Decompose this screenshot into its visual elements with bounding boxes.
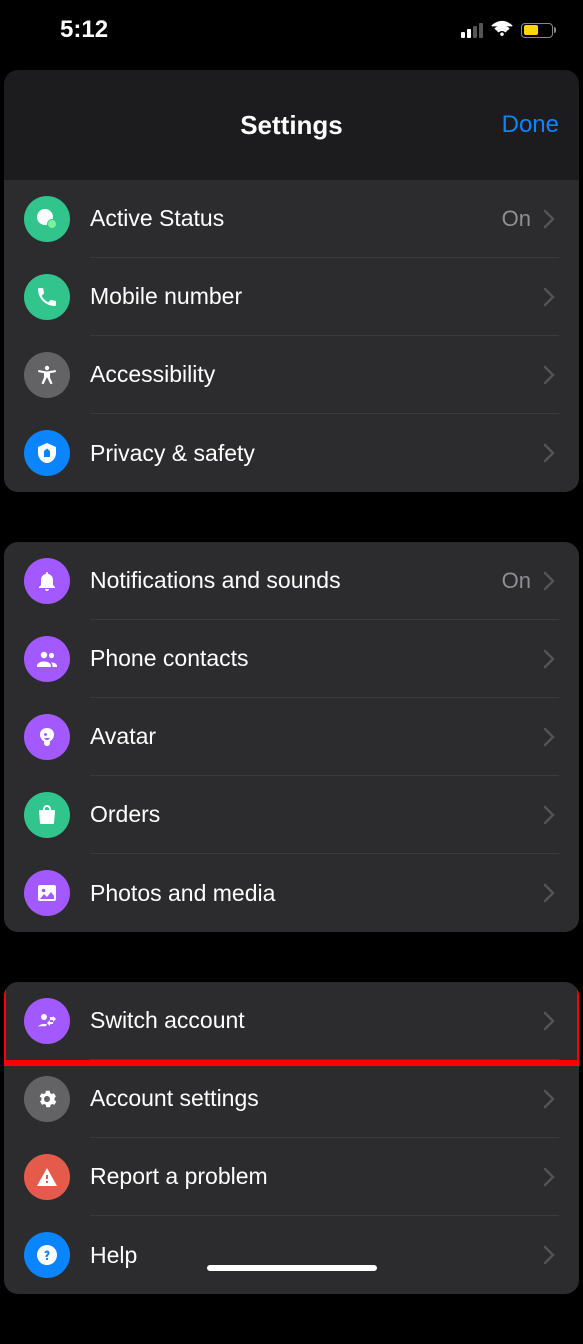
status-bar: 5:12: [0, 0, 583, 60]
done-button[interactable]: Done: [502, 111, 559, 139]
row-mobile-number[interactable]: Mobile number: [4, 258, 579, 336]
row-label: Phone contacts: [90, 645, 249, 672]
row-orders[interactable]: Orders: [4, 776, 579, 854]
chevron-right-icon: [543, 805, 555, 825]
chevron-right-icon: [543, 287, 555, 307]
row-value: On: [502, 568, 531, 594]
row-notifications[interactable]: Notifications and sounds On: [4, 542, 579, 620]
row-label: Help: [90, 1242, 137, 1269]
row-label: Avatar: [90, 723, 156, 750]
row-label: Accessibility: [90, 361, 215, 388]
status-indicators: [461, 20, 553, 41]
row-value: On: [502, 206, 531, 232]
contacts-icon: [24, 636, 70, 682]
settings-section: Active Status On Mobile number: [4, 180, 579, 492]
row-label: Privacy & safety: [90, 440, 255, 467]
shield-home-icon: [24, 430, 70, 476]
row-label: Account settings: [90, 1085, 259, 1112]
home-indicator[interactable]: [207, 1265, 377, 1271]
chevron-right-icon: [543, 1167, 555, 1187]
image-icon: [24, 870, 70, 916]
chevron-right-icon: [543, 209, 555, 229]
battery-icon: [521, 23, 553, 38]
modal-header: Settings Done: [4, 70, 579, 180]
bag-icon: [24, 792, 70, 838]
row-help[interactable]: Help: [4, 1216, 579, 1294]
row-photos-media[interactable]: Photos and media: [4, 854, 579, 932]
row-report-problem[interactable]: Report a problem: [4, 1138, 579, 1216]
row-label: Report a problem: [90, 1163, 268, 1190]
row-account-settings[interactable]: Account settings: [4, 1060, 579, 1138]
row-label: Notifications and sounds: [90, 567, 341, 594]
row-active-status[interactable]: Active Status On: [4, 180, 579, 258]
chevron-right-icon: [543, 727, 555, 747]
row-label: Mobile number: [90, 283, 242, 310]
accessibility-icon: [24, 352, 70, 398]
alert-icon: [24, 1154, 70, 1200]
chevron-right-icon: [543, 1245, 555, 1265]
chevron-right-icon: [543, 571, 555, 591]
page-title: Settings: [240, 110, 343, 141]
row-label: Orders: [90, 801, 160, 828]
row-label: Switch account: [90, 1007, 245, 1034]
settings-section: Switch account Account settings: [4, 982, 579, 1294]
settings-content: Active Status On Mobile number: [0, 180, 583, 1344]
row-accessibility[interactable]: Accessibility: [4, 336, 579, 414]
active-status-icon: [24, 196, 70, 242]
row-avatar[interactable]: Avatar: [4, 698, 579, 776]
wifi-icon: [491, 20, 513, 41]
settings-section: Notifications and sounds On Phone contac…: [4, 542, 579, 932]
avatar-icon: [24, 714, 70, 760]
chevron-right-icon: [543, 883, 555, 903]
chevron-right-icon: [543, 365, 555, 385]
row-privacy-safety[interactable]: Privacy & safety: [4, 414, 579, 492]
chevron-right-icon: [543, 1089, 555, 1109]
row-label: Active Status: [90, 205, 224, 232]
chevron-right-icon: [543, 1011, 555, 1031]
switch-account-icon: [24, 998, 70, 1044]
chevron-right-icon: [543, 649, 555, 669]
row-label: Photos and media: [90, 880, 275, 907]
gear-icon: [24, 1076, 70, 1122]
cellular-signal-icon: [461, 22, 483, 38]
chevron-right-icon: [543, 443, 555, 463]
row-phone-contacts[interactable]: Phone contacts: [4, 620, 579, 698]
bell-icon: [24, 558, 70, 604]
row-switch-account[interactable]: Switch account: [4, 982, 579, 1060]
phone-icon: [24, 274, 70, 320]
help-icon: [24, 1232, 70, 1278]
status-time: 5:12: [60, 16, 108, 44]
